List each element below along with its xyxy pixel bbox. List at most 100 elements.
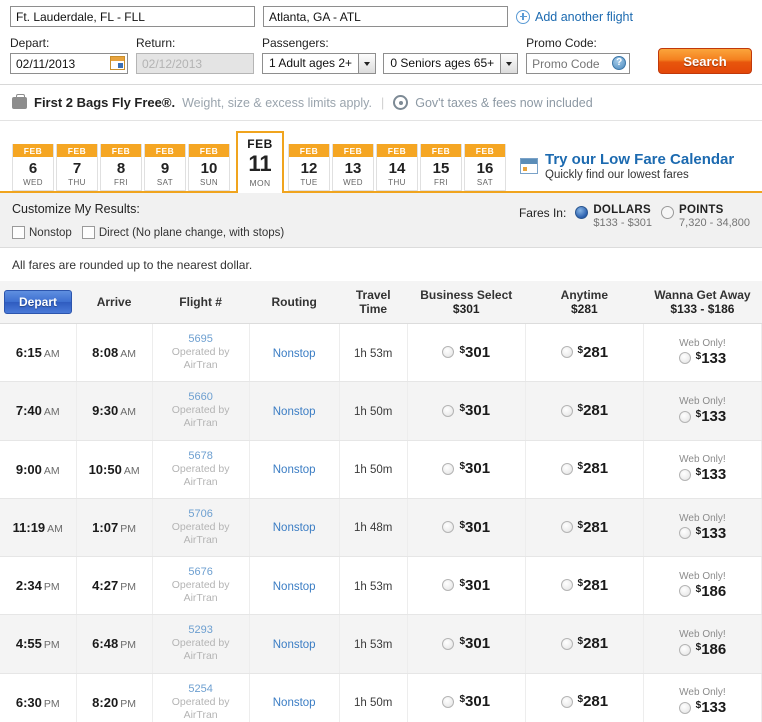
calendar-icon[interactable] (110, 56, 125, 70)
fare-radio[interactable] (678, 701, 691, 714)
cell-flight-number[interactable]: 5254 Operated by AirTran (152, 673, 250, 722)
fare-select-any[interactable]: $281 (560, 577, 608, 594)
fare-cell-wga[interactable]: Web Only! $133 (643, 498, 762, 558)
fare-cell-any[interactable]: $281 (525, 498, 644, 558)
fare-cell-bs[interactable]: $301 (407, 614, 526, 674)
low-fare-calendar-promo[interactable]: Try our Low Fare Calendar Quickly find o… (520, 151, 734, 191)
fare-select-wga[interactable]: $186 (678, 583, 726, 600)
fare-cell-any[interactable]: $281 (525, 556, 644, 616)
help-icon[interactable] (612, 56, 627, 70)
date-tab-feb-13[interactable]: FEB 13 WED (332, 144, 374, 191)
fare-cell-wga[interactable]: Web Only! $133 (643, 673, 762, 722)
fare-cell-bs[interactable]: $301 (407, 381, 526, 441)
flight-number-link[interactable]: 5660 (157, 391, 245, 403)
fare-cell-bs[interactable]: $301 (407, 498, 526, 558)
fare-cell-wga[interactable]: Web Only! $133 (643, 323, 762, 383)
fare-select-wga[interactable]: $133 (678, 408, 726, 425)
cell-flight-number[interactable]: 5706 Operated by AirTran (152, 498, 250, 558)
fare-cell-bs[interactable]: $301 (407, 556, 526, 616)
fare-select-bs[interactable]: $301 (442, 693, 490, 710)
depart-sort-tab[interactable]: Depart (4, 290, 73, 314)
cell-routing[interactable]: Nonstop (249, 381, 340, 441)
fare-select-any[interactable]: $281 (560, 460, 608, 477)
direct-filter[interactable]: Direct (No plane change, with stops) (81, 226, 284, 239)
cell-routing[interactable]: Nonstop (249, 673, 340, 722)
fares-in-dollars-option[interactable]: DOLLARS $133 - $301 (575, 204, 652, 229)
routing-link[interactable]: Nonstop (273, 348, 316, 360)
routing-link[interactable]: Nonstop (273, 581, 316, 593)
date-tab-feb-12[interactable]: FEB 12 TUE (288, 144, 330, 191)
fare-radio[interactable] (560, 462, 573, 475)
header-routing[interactable]: Routing (249, 281, 340, 324)
routing-link[interactable]: Nonstop (273, 639, 316, 651)
fare-cell-wga[interactable]: Web Only! $133 (643, 381, 762, 441)
cell-flight-number[interactable]: 5695 Operated by AirTran (152, 323, 250, 383)
fare-radio[interactable] (442, 404, 455, 417)
fare-select-any[interactable]: $281 (560, 693, 608, 710)
fare-select-any[interactable]: $281 (560, 402, 608, 419)
date-tab-feb-10[interactable]: FEB 10 SUN (188, 144, 230, 191)
fare-radio[interactable] (442, 637, 455, 650)
routing-link[interactable]: Nonstop (273, 697, 316, 709)
cell-flight-number[interactable]: 5293 Operated by AirTran (152, 614, 250, 674)
fare-cell-bs[interactable]: $301 (407, 323, 526, 383)
fare-cell-wga[interactable]: Web Only! $186 (643, 556, 762, 616)
cell-routing[interactable]: Nonstop (249, 498, 340, 558)
header-arrive[interactable]: Arrive (76, 281, 153, 324)
origin-input[interactable] (10, 6, 255, 27)
fare-select-wga[interactable]: $133 (678, 525, 726, 542)
fare-select-any[interactable]: $281 (560, 635, 608, 652)
fare-cell-bs[interactable]: $301 (407, 673, 526, 722)
seniors-select[interactable]: 0 Seniors ages 65+ (383, 53, 519, 74)
fare-select-bs[interactable]: $301 (442, 635, 490, 652)
flight-number-link[interactable]: 5676 (157, 566, 245, 578)
fare-radio[interactable] (442, 695, 455, 708)
add-another-flight-link[interactable]: Add another flight (516, 9, 633, 24)
date-tab-feb-14[interactable]: FEB 14 THU (376, 144, 418, 191)
fare-radio[interactable] (442, 579, 455, 592)
header-flight-number[interactable]: Flight # (152, 281, 250, 324)
flight-number-link[interactable]: 5293 (157, 624, 245, 636)
cell-flight-number[interactable]: 5678 Operated by AirTran (152, 440, 250, 499)
routing-link[interactable]: Nonstop (273, 406, 316, 418)
fare-cell-any[interactable]: $281 (525, 673, 644, 722)
fare-select-bs[interactable]: $301 (442, 519, 490, 536)
date-tab-feb-15[interactable]: FEB 15 FRI (420, 144, 462, 191)
fare-radio[interactable] (442, 346, 455, 359)
fare-radio[interactable] (678, 468, 691, 481)
date-tab-feb-9[interactable]: FEB 9 SAT (144, 144, 186, 191)
fare-cell-bs[interactable]: $301 (407, 440, 526, 499)
fare-cell-any[interactable]: $281 (525, 440, 644, 499)
points-radio[interactable] (661, 206, 675, 219)
date-tab-feb-11[interactable]: FEB 11 MON (236, 131, 284, 193)
fare-select-wga[interactable]: $133 (678, 699, 726, 716)
flight-number-link[interactable]: 5678 (157, 450, 245, 462)
fare-radio[interactable] (560, 404, 573, 417)
search-button[interactable]: Search (658, 48, 752, 74)
fare-cell-wga[interactable]: Web Only! $186 (643, 614, 762, 674)
flight-number-link[interactable]: 5706 (157, 508, 245, 520)
fare-radio[interactable] (560, 579, 573, 592)
fare-select-wga[interactable]: $186 (678, 641, 726, 658)
fare-select-bs[interactable]: $301 (442, 344, 490, 361)
fares-in-points-option[interactable]: POINTS 7,320 - 34,800 (661, 204, 750, 229)
fare-cell-any[interactable]: $281 (525, 323, 644, 383)
fare-radio[interactable] (560, 521, 573, 534)
fare-radio[interactable] (678, 410, 691, 423)
fare-radio[interactable] (678, 585, 691, 598)
date-tab-feb-16[interactable]: FEB 16 SAT (464, 144, 506, 191)
routing-link[interactable]: Nonstop (273, 522, 316, 534)
nonstop-checkbox[interactable] (12, 226, 25, 239)
nonstop-filter[interactable]: Nonstop (12, 226, 72, 239)
fare-cell-wga[interactable]: Web Only! $133 (643, 440, 762, 499)
flight-number-link[interactable]: 5254 (157, 683, 245, 695)
cell-routing[interactable]: Nonstop (249, 614, 340, 674)
cell-flight-number[interactable]: 5660 Operated by AirTran (152, 381, 250, 441)
fare-select-any[interactable]: $281 (560, 344, 608, 361)
routing-link[interactable]: Nonstop (273, 464, 316, 476)
fare-select-bs[interactable]: $301 (442, 402, 490, 419)
date-tab-feb-8[interactable]: FEB 8 FRI (100, 144, 142, 191)
return-date-input[interactable] (136, 53, 254, 74)
fare-select-any[interactable]: $281 (560, 519, 608, 536)
dollars-radio[interactable] (575, 206, 589, 219)
